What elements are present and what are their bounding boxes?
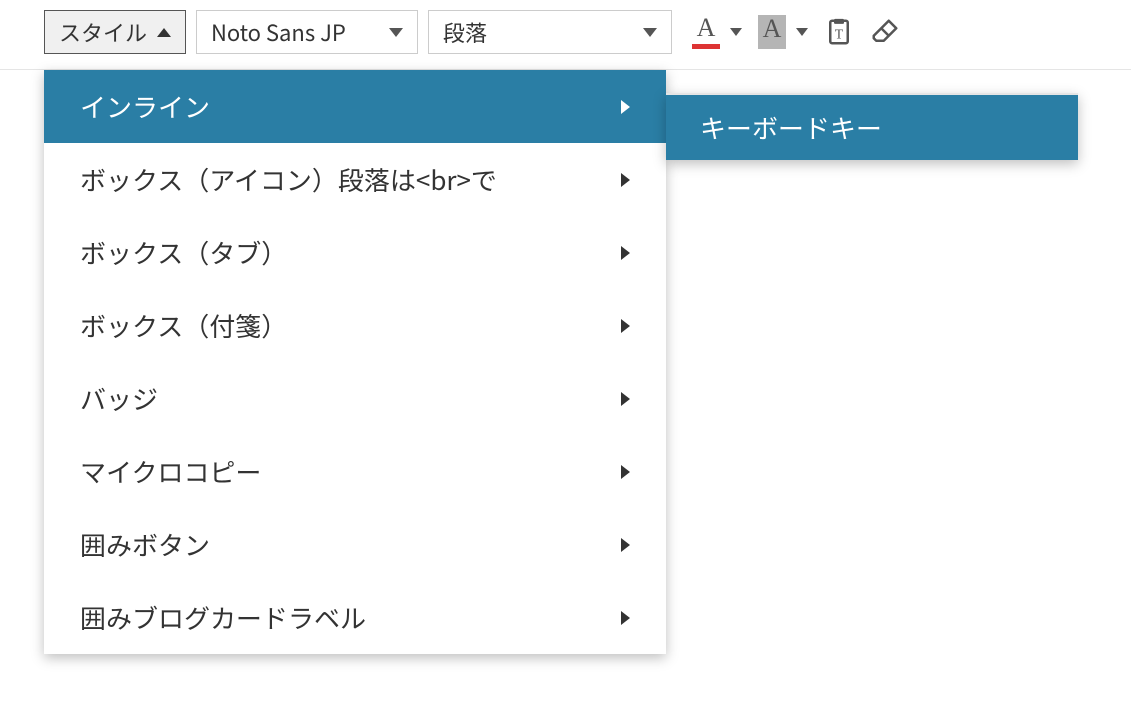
menu-item-label: インライン — [80, 88, 210, 125]
caret-down-icon[interactable] — [796, 28, 808, 36]
menu-item-label: ボックス（タブ） — [80, 234, 287, 271]
paragraph-format-value: 段落 — [443, 16, 487, 48]
caret-down-icon — [389, 28, 403, 37]
font-family-select[interactable]: Noto Sans JP — [196, 10, 418, 54]
chevron-right-icon — [621, 319, 630, 333]
paste-tool[interactable]: T — [824, 17, 854, 47]
style-menu-item[interactable]: マイクロコピー — [44, 435, 666, 508]
menu-item-label: バッジ — [80, 380, 158, 417]
style-menu-item[interactable]: ボックス（付箋） — [44, 289, 666, 362]
menu-item-label: ボックス（付箋） — [80, 307, 287, 344]
text-color-icon: A — [692, 15, 720, 49]
menu-item-label: マイクロコピー — [80, 453, 261, 490]
paragraph-format-select[interactable]: 段落 — [428, 10, 672, 54]
style-menu-item[interactable]: 囲みボタン — [44, 508, 666, 581]
chevron-right-icon — [621, 538, 630, 552]
style-dropdown-button[interactable]: スタイル — [44, 10, 186, 54]
text-tool-group: A A T — [692, 15, 900, 49]
clear-format-tool[interactable] — [870, 17, 900, 47]
style-menu-item[interactable]: バッジ — [44, 362, 666, 435]
highlight-color-tool[interactable]: A — [758, 15, 808, 49]
submenu-item[interactable]: キーボードキー — [666, 95, 1078, 160]
highlight-icon: A — [758, 15, 786, 49]
style-submenu: キーボードキー — [666, 93, 1078, 160]
chevron-right-icon — [621, 246, 630, 260]
style-dropdown-label: スタイル — [59, 16, 147, 48]
eraser-icon — [870, 17, 900, 47]
style-menu-item[interactable]: ボックス（アイコン）段落は<br>で — [44, 143, 666, 216]
style-menu-item[interactable]: ボックス（タブ） — [44, 216, 666, 289]
chevron-right-icon — [621, 611, 630, 625]
chevron-right-icon — [621, 392, 630, 406]
svg-text:T: T — [835, 26, 844, 41]
caret-down-icon[interactable] — [730, 28, 742, 36]
clipboard-paste-icon: T — [824, 17, 854, 47]
caret-up-icon — [157, 28, 171, 37]
style-menu-item[interactable]: インライン — [44, 70, 666, 143]
chevron-right-icon — [621, 173, 630, 187]
caret-down-icon — [643, 28, 657, 37]
font-family-value: Noto Sans JP — [211, 16, 346, 48]
menu-item-label: ボックス（アイコン）段落は<br>で — [80, 161, 497, 198]
text-color-tool[interactable]: A — [692, 15, 742, 49]
chevron-right-icon — [621, 465, 630, 479]
menu-item-label: 囲みボタン — [80, 526, 210, 563]
chevron-right-icon — [621, 100, 630, 114]
style-menu-item[interactable]: 囲みブログカードラベル — [44, 581, 666, 654]
style-dropdown-menu: インラインボックス（アイコン）段落は<br>でボックス（タブ） ボックス（付箋） バ… — [44, 70, 666, 654]
submenu-item-label: キーボードキー — [700, 109, 882, 146]
menu-item-label: 囲みブログカードラベル — [80, 599, 366, 636]
toolbar-area: スタイル Noto Sans JP 段落 A A — [0, 0, 1131, 70]
editor-toolbar: スタイル Noto Sans JP 段落 A A — [0, 10, 1131, 54]
